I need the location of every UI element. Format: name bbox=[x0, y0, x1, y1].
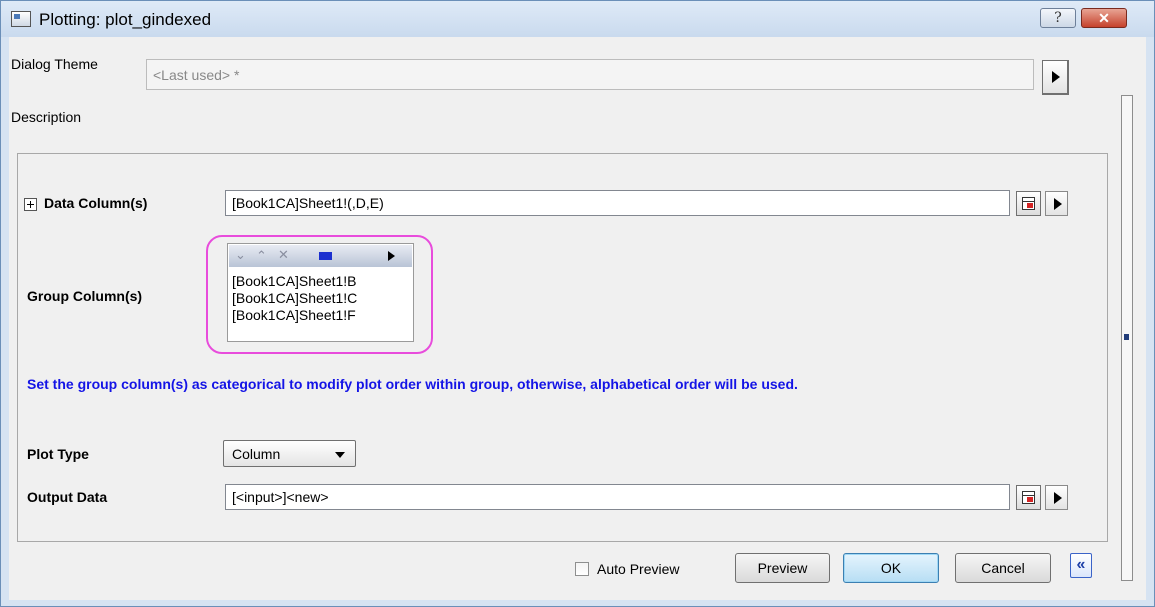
output-data-select-range-button[interactable] bbox=[1016, 485, 1041, 510]
select-icon[interactable] bbox=[319, 252, 332, 260]
cancel-button[interactable]: Cancel bbox=[955, 553, 1051, 583]
list-item[interactable]: [Book1CA]Sheet1!F bbox=[232, 307, 356, 323]
output-data-menu-arrow-icon[interactable] bbox=[1045, 485, 1068, 510]
group-order-note: Set the group column(s) as categorical t… bbox=[27, 376, 798, 392]
output-data-label: Output Data bbox=[27, 489, 108, 505]
worksheet-select-icon bbox=[1022, 197, 1035, 210]
scroll-thumb-marker-icon[interactable] bbox=[1124, 334, 1129, 340]
list-item[interactable]: [Book1CA]Sheet1!B bbox=[232, 273, 357, 289]
data-columns-input[interactable]: [Book1CA]Sheet1!(,D,E) bbox=[225, 190, 1010, 216]
plot-type-select[interactable]: Column bbox=[223, 440, 356, 467]
move-up-icon[interactable]: ⌃ bbox=[256, 248, 267, 264]
chevron-down-icon bbox=[335, 452, 345, 458]
dialog-theme-field[interactable]: <Last used> * bbox=[146, 59, 1034, 90]
window-title: Plotting: plot_gindexed bbox=[39, 10, 212, 29]
theme-menu-arrow-icon[interactable] bbox=[1042, 60, 1069, 95]
list-item[interactable]: [Book1CA]Sheet1!C bbox=[232, 290, 357, 306]
dialog-client-area: Dialog Theme <Last used> * Description D… bbox=[9, 37, 1146, 600]
data-columns-label: Data Column(s) bbox=[44, 195, 148, 211]
expand-plus-icon[interactable] bbox=[24, 198, 37, 211]
ok-button[interactable]: OK bbox=[843, 553, 939, 583]
description-label: Description bbox=[11, 109, 82, 125]
group-columns-label: Group Column(s) bbox=[27, 288, 143, 304]
preview-button[interactable]: Preview bbox=[735, 553, 830, 583]
plot-type-selected-value: Column bbox=[232, 446, 281, 462]
list-toolbar: ⌄ ⌃ ✕ bbox=[229, 245, 412, 267]
data-columns-menu-arrow-icon[interactable] bbox=[1045, 191, 1068, 216]
app-icon bbox=[11, 11, 31, 27]
help-button[interactable]: ? bbox=[1040, 8, 1076, 28]
collapse-double-chevron-icon[interactable]: « bbox=[1070, 553, 1092, 578]
plot-type-label: Plot Type bbox=[27, 446, 89, 462]
title-bar[interactable]: Plotting: plot_gindexed ? ✕ bbox=[1, 1, 1154, 37]
move-down-icon[interactable]: ⌄ bbox=[235, 247, 246, 263]
menu-arrow-icon[interactable] bbox=[388, 251, 395, 261]
worksheet-select-icon bbox=[1022, 491, 1035, 504]
dialog-theme-label: Dialog Theme bbox=[11, 56, 98, 72]
group-columns-list[interactable]: ⌄ ⌃ ✕ [Book1CA]Sheet1!B [Book1CA]Sheet1!… bbox=[227, 243, 414, 342]
data-columns-select-range-button[interactable] bbox=[1016, 191, 1041, 216]
auto-preview-label[interactable]: Auto Preview bbox=[597, 561, 679, 577]
delete-icon[interactable]: ✕ bbox=[278, 247, 289, 263]
auto-preview-checkbox[interactable] bbox=[575, 562, 589, 576]
output-data-input[interactable]: [<input>]<new> bbox=[225, 484, 1010, 510]
close-button[interactable]: ✕ bbox=[1081, 8, 1127, 28]
dialog-window: Plotting: plot_gindexed ? ✕ Dialog Theme… bbox=[0, 0, 1155, 607]
